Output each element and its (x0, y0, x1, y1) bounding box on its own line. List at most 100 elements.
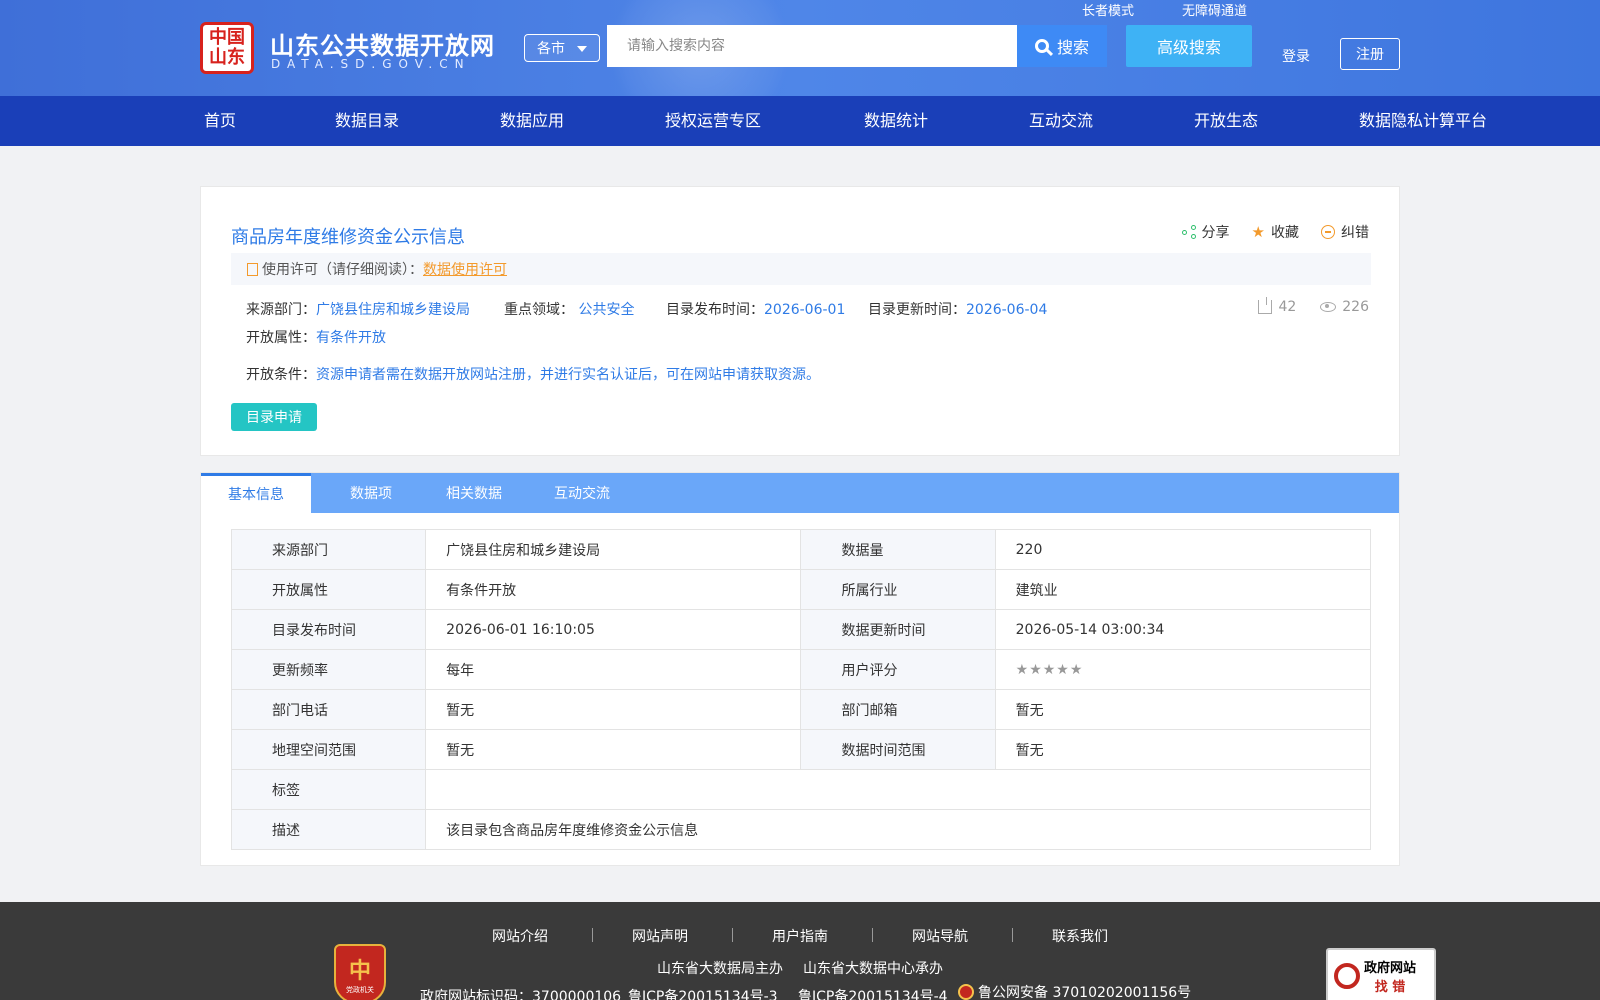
footer-divider (872, 928, 873, 942)
footer-divider (732, 928, 733, 942)
catalog-apply-button[interactable]: 目录申请 (231, 403, 317, 431)
tab-interaction[interactable]: 互动交流 (537, 473, 627, 513)
row-label: 部门邮箱 (800, 689, 996, 730)
tag-value (425, 769, 1371, 810)
update-label: 目录更新时间： (868, 302, 966, 318)
gov-error-finder[interactable]: 政府网站 找 错 (1326, 948, 1436, 1000)
row-value: 2026-05-14 03:00:34 (994, 609, 1372, 650)
footer-link-sitemap[interactable]: 网站导航 (912, 926, 968, 946)
meta-source: 来源部门：广饶县住房和城乡建设局 (246, 299, 470, 319)
footer-link-about[interactable]: 网站介绍 (492, 926, 548, 946)
nav-open-ecosystem[interactable]: 开放生态 (1194, 96, 1258, 146)
row-label: 所属行业 (800, 569, 996, 610)
favorite-action[interactable]: ★ 收藏 (1252, 222, 1299, 242)
basic-info-table: 来源部门 广饶县住房和城乡建设局 数据量 220 开放属性 有条件开放 所属行业… (230, 529, 1372, 850)
license-link[interactable]: 数据使用许可 (423, 259, 507, 279)
tab-related-data[interactable]: 相关数据 (429, 473, 519, 513)
table-row: 标签 (230, 769, 1371, 810)
table-row: 地理空间范围 暂无 数据时间范围 暂无 (230, 729, 1372, 770)
dataset-summary-card: 商品房年度维修资金公示信息 分享 ★ 收藏 纠错 使用许可（请仔细阅读）： 数据… (200, 186, 1400, 456)
table-row: 开放属性 有条件开放 所属行业 建筑业 (230, 569, 1372, 610)
row-value: 广饶县住房和城乡建设局 (425, 529, 802, 570)
site-title[interactable]: 山东公共数据开放网 (270, 26, 495, 61)
rating-stars-icon[interactable]: ★★★★★ (1016, 662, 1084, 678)
open-attr-value: 有条件开放 (316, 330, 386, 346)
footer-host: 山东省大数据局主办 (657, 961, 783, 977)
main-nav: 首页 数据目录 数据应用 授权运营专区 数据统计 互动交流 开放生态 数据隐私计… (0, 96, 1600, 146)
elder-mode-link[interactable]: 长者模式 (1082, 0, 1134, 19)
register-button[interactable]: 注册 (1340, 38, 1400, 70)
nav-interaction[interactable]: 互动交流 (1029, 96, 1093, 146)
favorite-label: 收藏 (1271, 225, 1299, 241)
site-domain: DATA.SD.GOV.CN (271, 57, 471, 71)
dataset-title: 商品房年度维修资金公示信息 (231, 227, 465, 248)
row-label: 标签 (230, 769, 427, 810)
row-label: 用户评分 (800, 649, 996, 690)
site-logo-seal[interactable]: 中国山东 (200, 22, 254, 74)
tab-basic-info[interactable]: 基本信息 (201, 473, 311, 513)
domain-value[interactable]: 公共安全 (578, 302, 634, 318)
nav-privacy-computing[interactable]: 数据隐私计算平台 (1359, 96, 1487, 146)
download-icon (1258, 297, 1273, 314)
meta-update: 目录更新时间：2026-06-04 (868, 299, 1047, 319)
bookmark-icon (247, 262, 258, 276)
source-label: 来源部门： (246, 302, 316, 318)
footer-police[interactable]: 鲁公网安备 37010202001156号 (958, 982, 1191, 1000)
footer-police-text: 鲁公网安备 37010202001156号 (978, 985, 1192, 1000)
footer-link-statement[interactable]: 网站声明 (632, 926, 688, 946)
description-value: 该目录包含商品房年度维修资金公示信息 (425, 809, 1371, 850)
footer-link-contact[interactable]: 联系我们 (1052, 926, 1108, 946)
row-value: 每年 (425, 649, 802, 690)
nav-home[interactable]: 首页 (204, 96, 236, 146)
source-value[interactable]: 广饶县住房和城乡建设局 (316, 302, 470, 318)
footer-link-guide[interactable]: 用户指南 (772, 926, 828, 946)
footer-icp-1[interactable]: 鲁ICP备20015134号-3 (628, 986, 778, 1000)
meta-open-condition: 开放条件：资源申请者需在数据开放网站注册，并进行实名认证后，可在网站申请获取资源… (246, 364, 820, 384)
nav-data-apps[interactable]: 数据应用 (500, 96, 564, 146)
star-icon: ★ (1251, 223, 1265, 241)
row-label: 部门电话 (230, 689, 427, 730)
footer-icp-2[interactable]: 鲁ICP备20015134号-4 (798, 986, 948, 1000)
share-action[interactable]: 分享 (1181, 222, 1230, 242)
search-button[interactable]: 搜索 (1017, 25, 1107, 67)
search-input[interactable] (607, 25, 1018, 67)
logo-seal-text: 中国山东 (209, 27, 245, 68)
download-count-value: 42 (1278, 299, 1297, 315)
open-attr-label: 开放属性： (246, 330, 316, 346)
row-value: 暂无 (425, 729, 802, 770)
gov-error-text-2: 找 错 (1374, 980, 1406, 995)
row-value: 建筑业 (994, 569, 1372, 610)
share-icon (1181, 225, 1196, 239)
report-label: 纠错 (1341, 225, 1369, 241)
row-value: 暂无 (425, 689, 802, 730)
city-select[interactable]: 各市 (524, 34, 600, 62)
accessibility-link[interactable]: 无障碍通道 (1182, 0, 1247, 19)
login-link[interactable]: 登录 (1282, 46, 1310, 66)
report-error-action[interactable]: 纠错 (1321, 222, 1369, 242)
party-gov-badge[interactable]: 中 党政机关 (334, 944, 386, 1000)
table-row: 部门电话 暂无 部门邮箱 暂无 (230, 689, 1372, 730)
detail-tabs: 基本信息 数据项 相关数据 互动交流 (201, 473, 1399, 513)
row-label: 数据时间范围 (800, 729, 996, 770)
publish-label: 目录发布时间： (666, 302, 764, 318)
meta-publish: 目录发布时间：2026-06-01 (666, 299, 845, 319)
nav-data-catalog[interactable]: 数据目录 (335, 96, 399, 146)
license-bar: 使用许可（请仔细阅读）： 数据使用许可 (231, 253, 1371, 285)
publish-value: 2026-06-01 (764, 302, 846, 318)
gov-error-text-1: 政府网站 (1364, 961, 1417, 976)
magnifier-icon (1334, 963, 1360, 989)
party-badge-text: 党政机关 (346, 986, 374, 994)
meta-open-attr: 开放属性：有条件开放 (246, 327, 386, 347)
nav-authorized-ops[interactable]: 授权运营专区 (665, 96, 761, 146)
table-row: 目录发布时间 2026-06-01 16:10:05 数据更新时间 2026-0… (230, 609, 1372, 650)
user-rating[interactable]: ★★★★★ (994, 649, 1372, 690)
domain-label: 重点领域： (504, 302, 574, 318)
table-row: 更新频率 每年 用户评分 ★★★★★ (230, 649, 1372, 690)
row-value: 220 (994, 529, 1372, 570)
footer-gov-code: 政府网站标识码：3700000106 (420, 989, 622, 1000)
row-value: 有条件开放 (425, 569, 802, 610)
open-cond-label: 开放条件： (246, 367, 316, 383)
nav-data-stats[interactable]: 数据统计 (864, 96, 928, 146)
tab-data-items[interactable]: 数据项 (326, 473, 416, 513)
advanced-search-button[interactable]: 高级搜索 (1126, 25, 1252, 67)
